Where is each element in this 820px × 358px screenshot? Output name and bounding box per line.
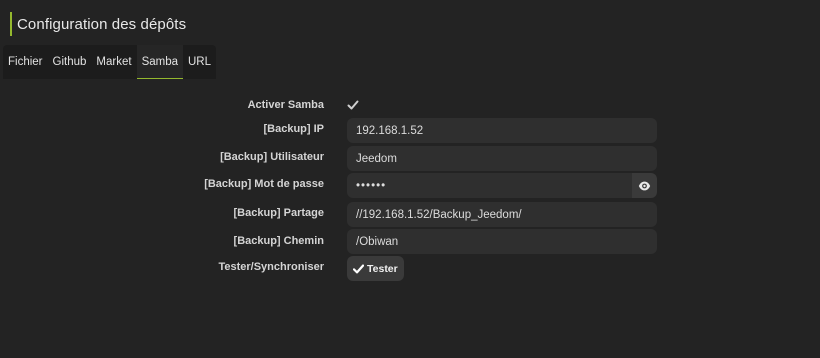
checkmark-icon	[353, 264, 364, 273]
checkmark-icon	[347, 100, 359, 110]
chemin-input[interactable]: /Obiwan	[347, 229, 657, 254]
tab-samba[interactable]: Samba	[136, 45, 183, 79]
utilisateur-label: [Backup] Utilisateur	[220, 151, 324, 163]
tab-bar: Fichier Github Market Samba URL	[3, 45, 217, 79]
partage-input[interactable]: //192.168.1.52/Backup_Jeedom/	[347, 202, 657, 227]
mot-de-passe-input[interactable]: ••••••	[347, 173, 632, 198]
utilisateur-input[interactable]: Jeedom	[347, 146, 657, 171]
partage-label: [Backup] Partage	[233, 207, 324, 219]
page-title-container: Configuration des dépôts	[10, 12, 186, 36]
ip-label: [Backup] IP	[263, 123, 324, 135]
eye-icon	[638, 181, 651, 190]
repositories-config-page: Configuration des dépôts Fichier Github …	[0, 0, 820, 358]
tab-fichier[interactable]: Fichier	[3, 45, 48, 79]
tab-github[interactable]: Github	[48, 45, 92, 79]
tab-url[interactable]: URL	[183, 45, 216, 79]
show-password-button[interactable]	[632, 173, 657, 198]
mot-de-passe-label: [Backup] Mot de passe	[204, 178, 324, 190]
activer-samba-label: Activer Samba	[247, 99, 324, 111]
tester-button-label: Tester	[367, 262, 398, 275]
tester-label: Tester/Synchroniser	[218, 261, 324, 273]
activer-samba-checkbox[interactable]	[347, 99, 359, 111]
page-title: Configuration des dépôts	[17, 15, 187, 33]
tester-button[interactable]: Tester	[347, 256, 404, 281]
tab-market[interactable]: Market	[91, 45, 136, 79]
chemin-label: [Backup] Chemin	[233, 235, 324, 247]
ip-input[interactable]: 192.168.1.52	[347, 118, 657, 143]
